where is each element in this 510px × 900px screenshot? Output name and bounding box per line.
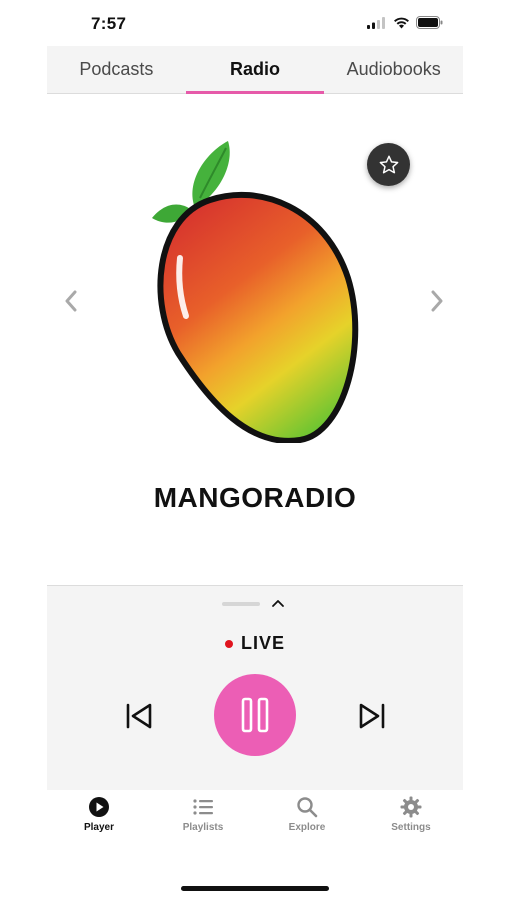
favorite-button[interactable] [367,143,410,186]
nav-playlists-label: Playlists [182,822,224,833]
tab-podcasts[interactable]: Podcasts [47,46,186,93]
wifi-icon [394,17,409,28]
status-bar: 7:57 [47,0,463,46]
tab-audiobooks[interactable]: Audiobooks [324,46,463,93]
live-dot [224,639,233,648]
drag-handle[interactable] [222,602,260,606]
pause-icon [241,697,269,733]
battery-icon [416,16,443,29]
next-station-button[interactable] [427,286,447,316]
tab-radio[interactable]: Radio [185,46,325,94]
previous-station-button[interactable] [61,286,81,316]
signal-icon [367,16,385,29]
nav-player-label: Player [83,822,115,833]
skip-previous-button[interactable] [123,700,155,732]
search-icon [296,796,318,818]
category-tabs: Podcasts Radio Audiobooks [47,46,463,94]
station-name: MANGORADIO [153,482,357,513]
live-indicator: LIVE [47,633,463,654]
gear-icon [400,796,422,818]
nav-playlists[interactable]: Playlists [151,790,255,850]
chevron-left-icon [65,290,77,312]
status-time: 7:57 [91,14,127,33]
play-circle-icon [88,796,110,818]
home-indicator [181,886,329,891]
status-icons [367,16,443,29]
nav-explore-label: Explore [288,822,326,833]
skip-previous-icon [126,703,152,729]
station-artwork [152,141,359,443]
bottom-navigation: Player Playlists Explore Settings [47,790,463,850]
list-icon [192,796,214,818]
skip-next-button[interactable] [356,700,388,732]
chevron-right-icon [431,290,443,312]
nav-player[interactable]: Player [47,790,151,850]
nav-explore[interactable]: Explore [255,790,359,850]
nav-settings-label: Settings [391,822,431,833]
live-label: LIVE [240,633,285,653]
pause-button[interactable] [214,674,296,756]
skip-next-icon [359,703,385,729]
player-panel: LIVE [47,585,463,790]
chevron-up-icon[interactable] [270,596,286,610]
star-icon [379,155,398,173]
nav-settings[interactable]: Settings [359,790,463,850]
